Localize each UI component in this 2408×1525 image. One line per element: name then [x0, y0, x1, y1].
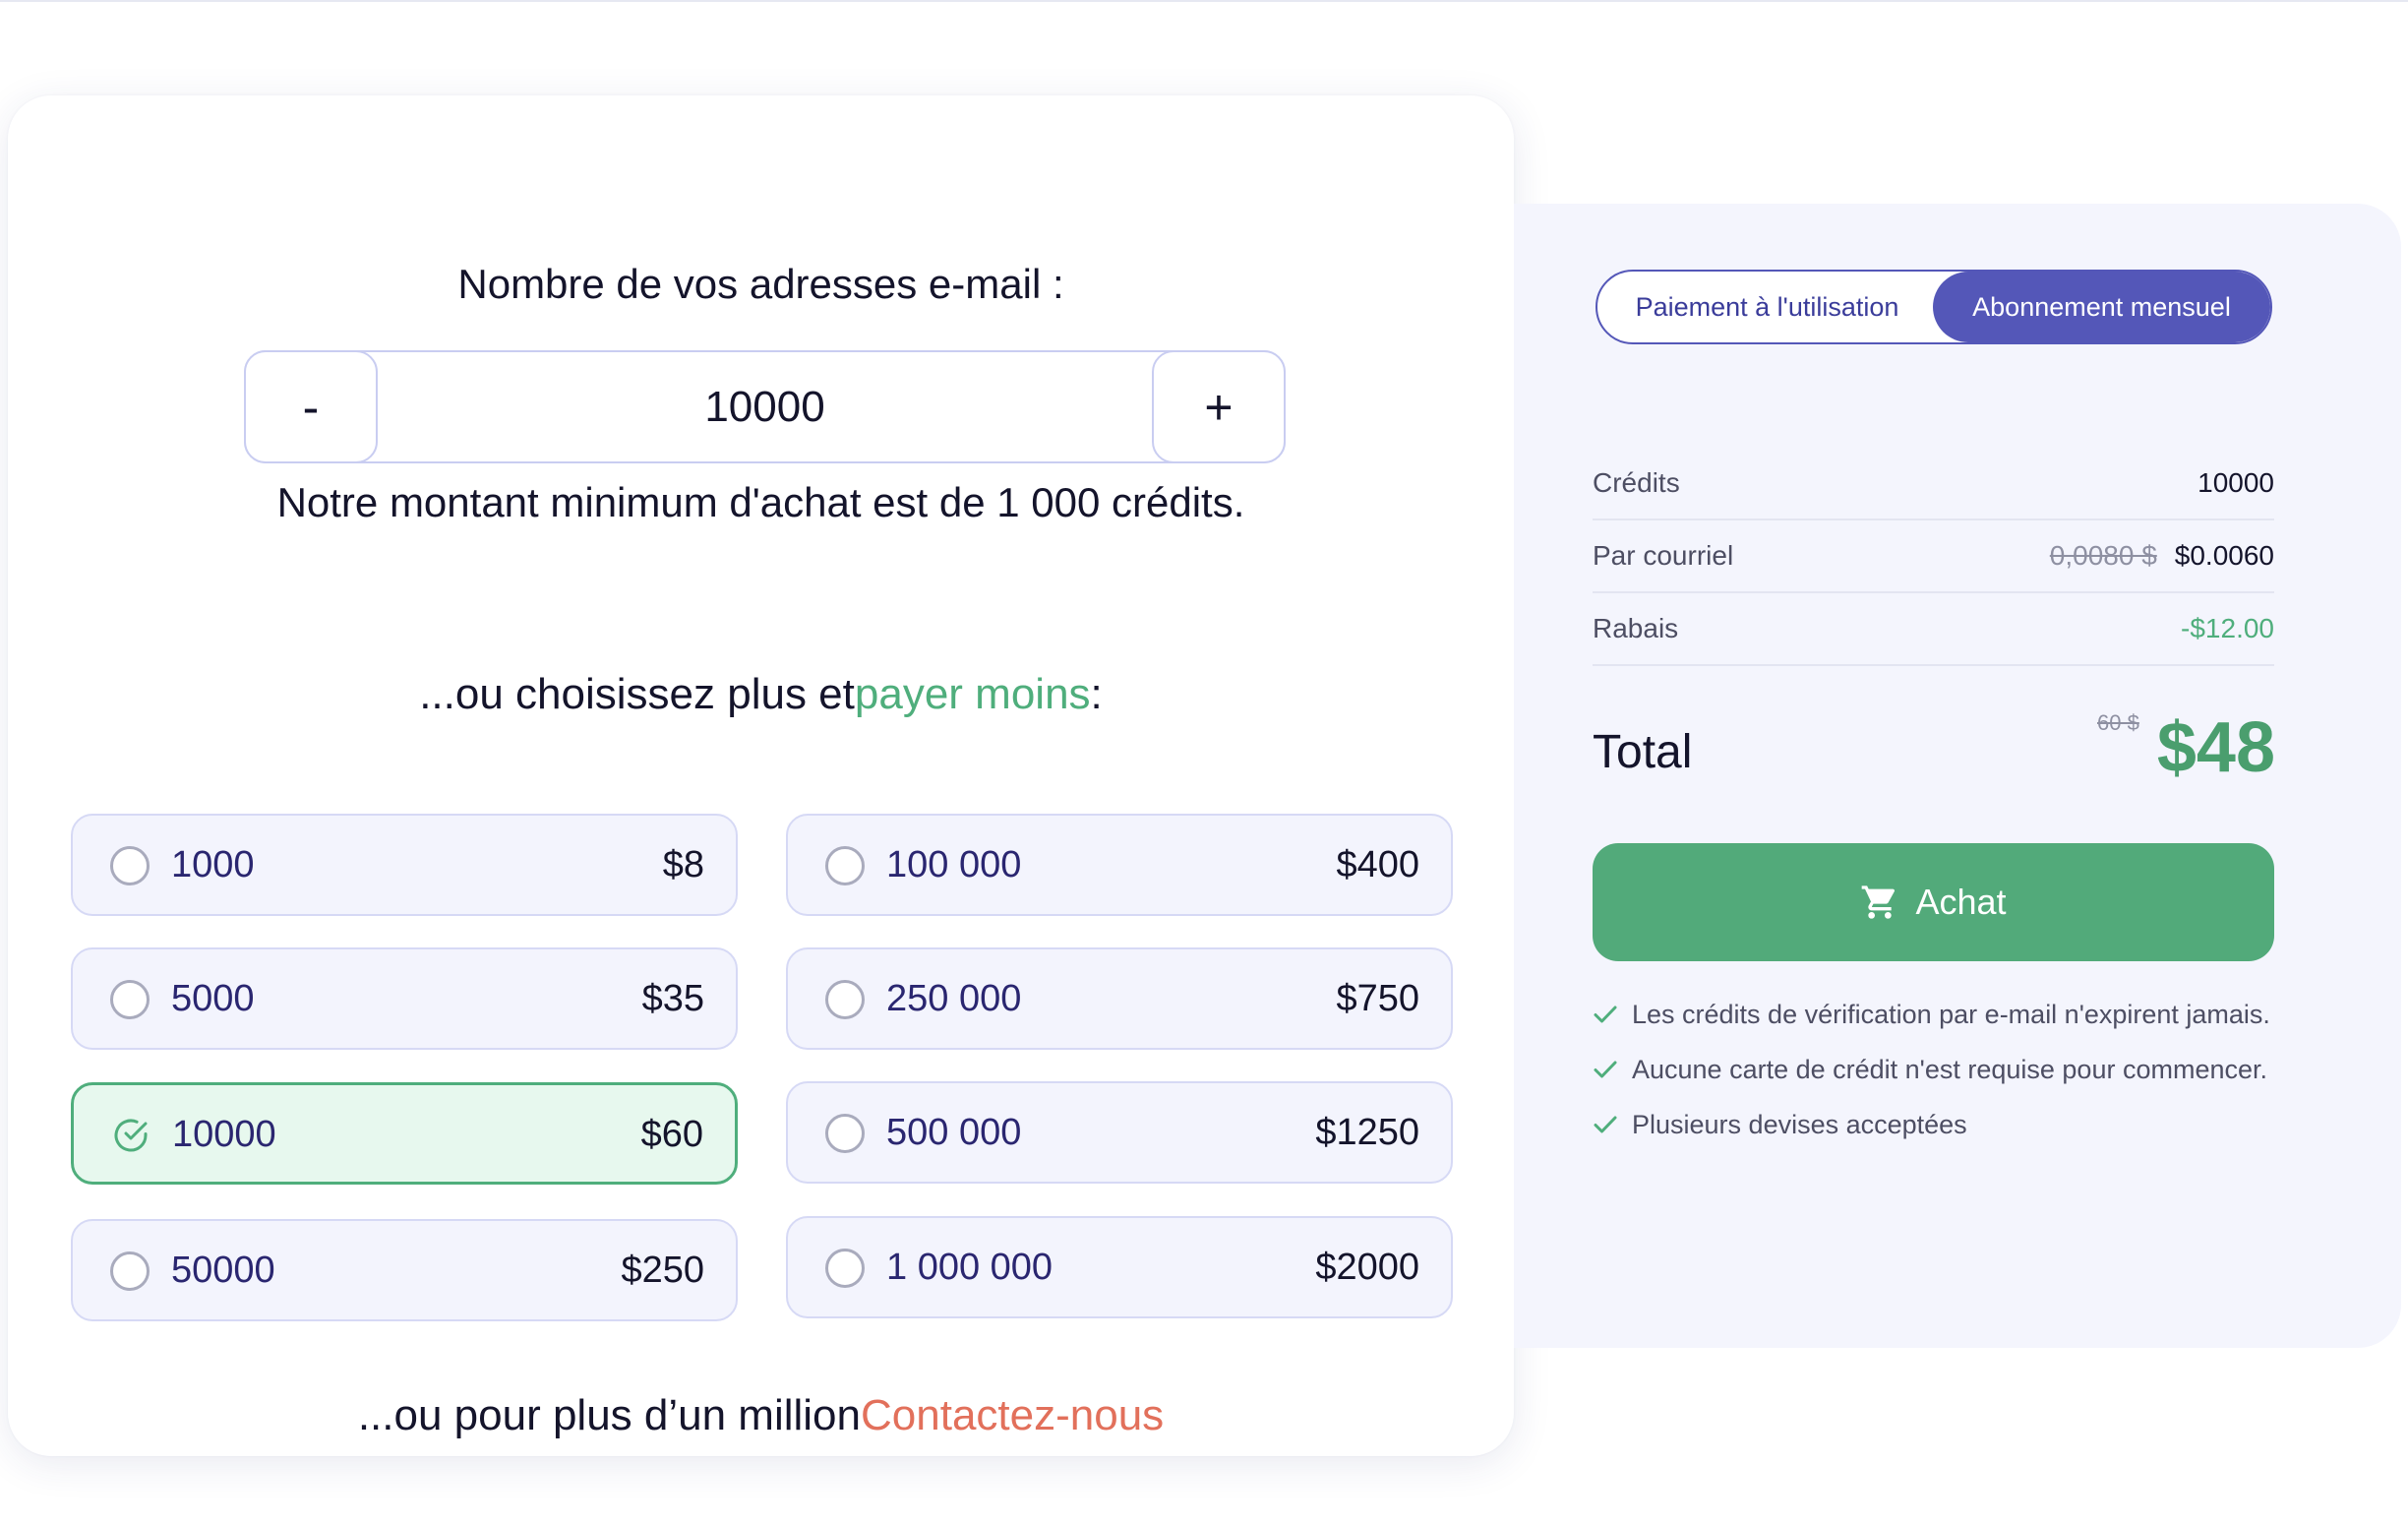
choose-prefix: ...ou choisissez plus et — [419, 670, 855, 718]
contact-us-link[interactable]: Contactez-nous — [861, 1391, 1164, 1439]
package-price: $750 — [1336, 977, 1419, 1019]
package-price: $2000 — [1315, 1246, 1419, 1288]
discount-value: -$12.00 — [2181, 613, 2274, 643]
package-option-50000[interactable]: 50000 $250 — [71, 1219, 738, 1321]
contact-prefix: ...ou pour plus d’un million — [357, 1391, 861, 1439]
radio-unchecked-icon — [825, 980, 865, 1019]
credits-label: Crédits — [1593, 467, 1680, 498]
feature-text: Aucune carte de crédit n'est requise pou… — [1632, 1055, 2267, 1084]
feature-item: Les crédits de vérification par e-mail n… — [1593, 995, 2274, 1034]
package-price: $60 — [640, 1113, 703, 1155]
feature-text: Plusieurs devises acceptées — [1632, 1110, 1967, 1139]
package-quantity: 100 000 — [886, 843, 1022, 885]
buy-button[interactable]: Achat — [1593, 843, 2274, 961]
package-option-5000[interactable]: 5000 $35 — [71, 947, 738, 1050]
choose-more-heading: ...ou choisissez plus etpayer moins: — [8, 670, 1514, 719]
increment-button[interactable]: + — [1152, 350, 1286, 463]
package-quantity: 250 000 — [886, 977, 1022, 1019]
radio-unchecked-icon — [825, 846, 865, 885]
package-quantity: 1000 — [171, 843, 255, 885]
package-quantity: 10000 — [172, 1113, 276, 1155]
per-email-old-price: 0,0080 $ — [2049, 540, 2157, 571]
total-old-price: 60 $ — [2097, 710, 2139, 735]
quantity-title: Nombre de vos adresses e-mail : — [457, 261, 1064, 307]
radio-unchecked-icon — [825, 1114, 865, 1153]
buy-label: Achat — [1915, 882, 2007, 922]
minimum-purchase-note: Notre montant minimum d'achat est de 1 0… — [276, 479, 1245, 525]
quantity-card: Nombre de vos adresses e-mail : - 10000 … — [8, 95, 1514, 1456]
package-price: $1250 — [1315, 1111, 1419, 1153]
quantity-stepper: - 10000 + — [244, 350, 1286, 463]
total-price: $48 — [2156, 708, 2275, 787]
decrement-button[interactable]: - — [244, 350, 378, 463]
order-summary-panel: Paiement à l'utilisation Abonnement mens… — [1514, 204, 2401, 1348]
contact-line: ...ou pour plus d’un millionContactez-no… — [8, 1391, 1514, 1440]
monthly-subscription-tab[interactable]: Abonnement mensuel — [1933, 272, 2270, 342]
cart-icon — [1862, 885, 1896, 919]
per-email-row: Par courriel 0,0080 $ $0.0060 — [1593, 520, 2274, 593]
discount-row: Rabais -$12.00 — [1593, 593, 2274, 666]
package-option-100000[interactable]: 100 000 $400 — [786, 814, 1453, 916]
radio-unchecked-icon — [110, 846, 150, 885]
choose-suffix: : — [1090, 670, 1103, 718]
per-email-label: Par courriel — [1593, 540, 1734, 571]
checkmark-icon — [1594, 1006, 1617, 1023]
feature-text: Les crédits de vérification par e-mail n… — [1632, 1000, 2270, 1029]
package-quantity: 50000 — [171, 1249, 275, 1291]
credits-value: 10000 — [2197, 467, 2274, 498]
package-price: $400 — [1336, 843, 1419, 885]
credits-row: Crédits 10000 — [1593, 448, 2274, 520]
billing-toggle: Paiement à l'utilisation Abonnement mens… — [1595, 270, 2272, 344]
radio-unchecked-icon — [110, 1251, 150, 1291]
radio-unchecked-icon — [110, 980, 150, 1019]
per-email-prices: 0,0080 $ $0.0060 — [2050, 540, 2274, 572]
package-price: $8 — [662, 843, 704, 885]
package-option-500000[interactable]: 500 000 $1250 — [786, 1081, 1453, 1184]
package-quantity: 1 000 000 — [886, 1246, 1054, 1288]
feature-item: Aucune carte de crédit n'est requise pou… — [1593, 1050, 2274, 1089]
summary-rows: Crédits 10000 Par courriel 0,0080 $ $0.00… — [1593, 448, 2274, 666]
package-option-10000[interactable]: 10000 $60 — [71, 1082, 738, 1185]
package-price: $35 — [641, 977, 704, 1019]
quantity-input[interactable]: 10000 — [380, 352, 1150, 461]
check-circle-icon — [114, 1119, 148, 1152]
pay-as-you-go-tab[interactable]: Paiement à l'utilisation — [1597, 272, 1937, 342]
checkmark-icon — [1594, 1061, 1617, 1078]
package-option-1000[interactable]: 1000 $8 — [71, 814, 738, 916]
radio-unchecked-icon — [825, 1249, 865, 1288]
feature-item: Plusieurs devises acceptées — [1593, 1105, 2274, 1144]
features-list: Les crédits de vérification par e-mail n… — [1593, 995, 2274, 1160]
package-quantity: 500 000 — [886, 1111, 1022, 1153]
discount-label: Rabais — [1593, 613, 1679, 643]
package-option-250000[interactable]: 250 000 $750 — [786, 947, 1453, 1050]
pay-less-highlight: payer moins — [854, 670, 1091, 718]
package-option-1000000[interactable]: 1 000 000 $2000 — [786, 1216, 1453, 1318]
package-price: $250 — [621, 1249, 704, 1291]
per-email-value: $0.0060 — [2174, 540, 2274, 571]
total-label: Total — [1593, 726, 1693, 778]
top-divider — [0, 0, 2408, 2]
checkmark-icon — [1594, 1116, 1617, 1133]
package-quantity: 5000 — [171, 977, 255, 1019]
